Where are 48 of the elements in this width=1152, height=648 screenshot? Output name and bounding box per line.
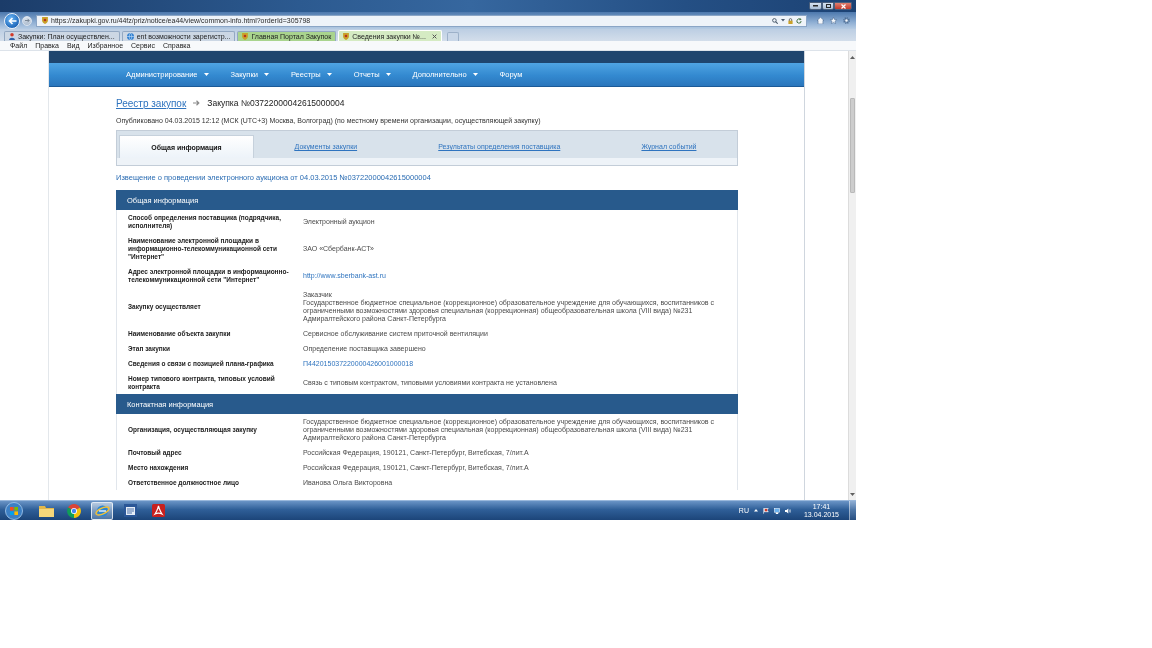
caret-icon [326,73,332,76]
scrollbar-thumb[interactable] [850,98,855,193]
caret-icon [385,73,391,76]
window-app-icon [123,504,137,517]
network-icon[interactable] [773,507,780,514]
globe-icon [126,33,134,40]
caret-up-icon [753,509,758,512]
maximize-button[interactable] [822,2,834,10]
folder-icon [38,504,54,517]
caret-icon [263,73,269,76]
arrow-right-icon [193,100,201,106]
start-orb-icon [5,501,23,520]
refresh-icon[interactable] [796,17,802,24]
caret-icon [781,19,785,22]
forward-button[interactable] [22,15,32,26]
taskbar-button[interactable] [91,501,113,520]
orbit-globe-icon [94,503,110,518]
person-icon [9,33,15,40]
caret-icon [472,73,478,76]
scrollbar[interactable] [848,51,856,500]
tricolor-ring-icon [67,503,81,518]
lock-icon[interactable] [788,17,793,24]
show-desktop-button[interactable] [849,501,856,520]
page-title: Закупка №03722000042615000004 [207,98,345,108]
back-button[interactable] [4,12,20,29]
caret-icon [850,492,855,496]
star-icon[interactable] [830,17,837,24]
speaker-icon[interactable] [784,507,791,514]
close-icon [840,3,846,9]
flag-icon[interactable] [762,507,769,514]
close-icon[interactable] [431,33,437,39]
caret-up-icon [850,55,855,59]
caret-icon [203,73,209,76]
close-button[interactable] [834,2,852,10]
emblem-icon [343,32,350,40]
minimize-icon [813,5,818,7]
breadcrumb-link[interactable]: Реестр закупок [116,97,187,109]
emblem-icon [42,17,48,24]
arrow-right-icon [24,18,30,23]
start-button[interactable] [3,501,25,520]
arrow-left-icon [7,16,17,25]
emblem-icon [242,33,249,40]
home-icon[interactable] [817,17,824,24]
settings-icon[interactable] [843,17,850,24]
ribbon-logo-icon [151,504,165,517]
maximize-icon [825,4,831,8]
minimize-button[interactable] [809,2,822,10]
search-icon[interactable] [772,17,778,24]
